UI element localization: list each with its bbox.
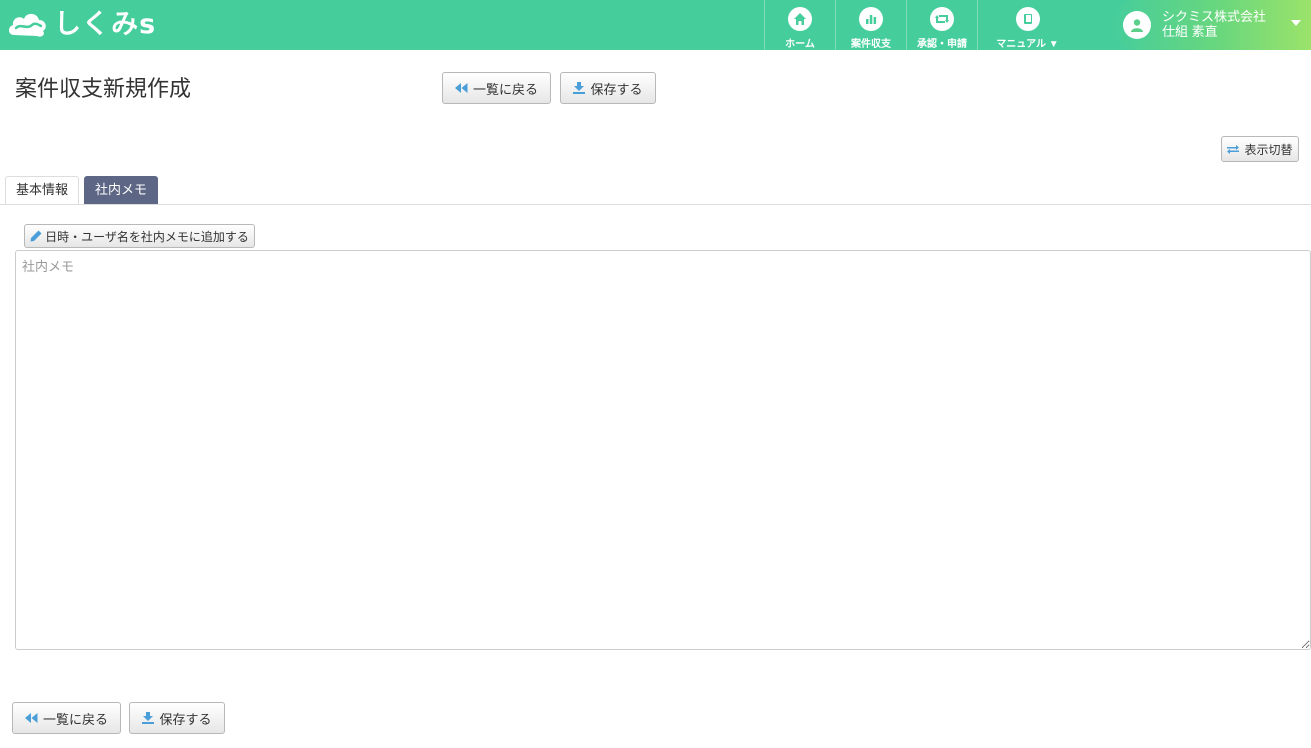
add-timestamp-label: 日時・ユーザ名を社内メモに追加する (45, 229, 249, 244)
download-icon (573, 82, 586, 94)
toggle-view-label: 表示切替 (1244, 142, 1293, 157)
back-to-list-button[interactable]: 一覧に戻る (442, 72, 551, 104)
tab-internal-memo[interactable]: 社内メモ (84, 176, 159, 204)
tab-bar: 基本情報 社内メモ (0, 176, 1311, 205)
caret-down-icon (1291, 20, 1301, 26)
footer-back-to-list-button[interactable]: 一覧に戻る (12, 702, 121, 734)
nav-project-balance[interactable]: 案件収支 (835, 0, 906, 50)
exchange-icon (1227, 144, 1240, 154)
download-icon (142, 712, 155, 724)
retweet-icon (930, 7, 954, 31)
toggle-view-button[interactable]: 表示切替 (1221, 136, 1299, 162)
home-icon (788, 7, 812, 31)
user-company: シクミス株式会社 (1162, 9, 1267, 24)
nav-approval[interactable]: 承認・申請 (906, 0, 977, 50)
pencil-icon (30, 230, 42, 242)
fast-backward-icon (24, 713, 38, 723)
nav-home[interactable]: ホーム (764, 0, 835, 50)
add-timestamp-button[interactable]: 日時・ユーザ名を社内メモに追加する (24, 224, 255, 248)
footer-save-label: 保存する (159, 711, 212, 727)
save-button[interactable]: 保存する (560, 72, 656, 104)
cloud-logo-icon (8, 13, 46, 37)
back-to-list-label: 一覧に戻る (472, 81, 538, 97)
nav-home-label: ホーム (785, 39, 815, 50)
user-avatar-icon (1123, 11, 1151, 39)
user-menu[interactable]: シクミス株式会社 仕組 素直 (1111, 0, 1311, 50)
footer-back-to-list-label: 一覧に戻る (42, 711, 108, 727)
logo[interactable]: しくみs (6, 8, 156, 42)
logo-text: しくみs (54, 9, 157, 40)
nav-approval-label: 承認・申請 (917, 39, 967, 50)
internal-memo-textarea[interactable] (15, 250, 1311, 650)
nav-manual-label: マニュアル ▼ (996, 39, 1059, 50)
save-label: 保存する (590, 81, 643, 97)
nav-manual[interactable]: マニュアル ▼ (977, 0, 1077, 50)
book-icon (1015, 7, 1040, 31)
bar-chart-icon (859, 7, 883, 31)
user-name: 仕組 素直 (1162, 24, 1218, 39)
tab-basic-info[interactable]: 基本情報 (5, 176, 80, 204)
footer-save-button[interactable]: 保存する (129, 702, 225, 734)
top-navbar: しくみs ホーム 案件収支 承認・申請 マニュアル ▼ シクミス株式会社 仕組 … (0, 0, 1311, 50)
main-nav: ホーム 案件収支 承認・申請 マニュアル ▼ (764, 0, 1077, 50)
nav-project-balance-label: 案件収支 (851, 39, 891, 50)
page-title: 案件収支新規作成 (15, 76, 192, 101)
fast-backward-icon (454, 83, 468, 93)
